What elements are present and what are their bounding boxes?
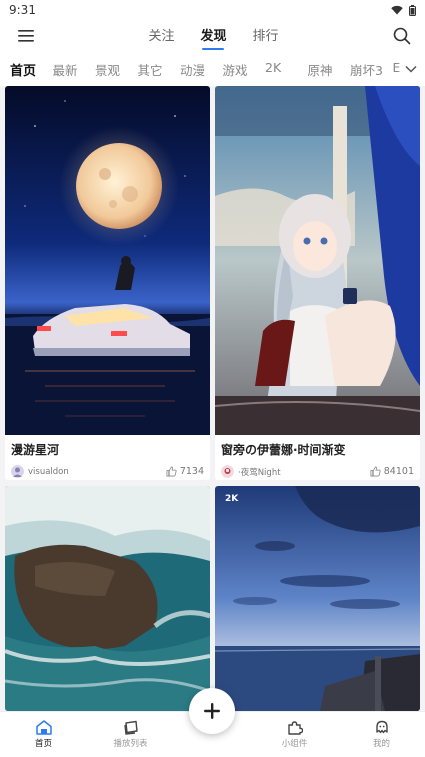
wallpaper-card[interactable]: 2K <box>215 486 420 711</box>
author-name: ·夜莺Night <box>238 467 281 478</box>
card-author[interactable]: visualdon <box>11 465 69 478</box>
category-anime[interactable]: 动漫 <box>180 60 223 79</box>
tabbar-playlist-label: 播放列表 <box>113 739 148 749</box>
avatar <box>221 465 234 478</box>
wallpaper-card[interactable]: 窗旁の伊蕾娜·时间渐变 ·夜莺Night 84101 <box>215 86 420 480</box>
like-button[interactable]: 84101 <box>370 466 414 477</box>
add-button[interactable] <box>189 688 235 734</box>
category-landscape[interactable]: 景观 <box>95 60 138 79</box>
puzzle-icon <box>287 721 303 735</box>
tabbar-home[interactable]: 首页 <box>9 720 79 749</box>
wallpaper-image[interactable] <box>5 86 210 435</box>
like-count: 7134 <box>179 466 204 477</box>
like-button[interactable]: 7134 <box>166 466 204 477</box>
category-bar: 首页 最新 景观 其它 动漫 游戏 2K 原神 崩坏3 E <box>0 52 425 86</box>
thumbs-up-icon <box>166 466 177 477</box>
wallpaper-image[interactable]: 2K <box>215 486 420 711</box>
tab-ranking[interactable]: 排行 <box>253 25 279 48</box>
wifi-icon <box>391 5 403 15</box>
tabbar-playlist[interactable]: 播放列表 <box>96 720 166 749</box>
card-author[interactable]: ·夜莺Night <box>221 465 281 478</box>
wallpaper-image[interactable] <box>5 486 210 711</box>
wallpaper-card[interactable]: 漫游星河 visualdon 7134 <box>5 86 210 480</box>
author-name: visualdon <box>28 466 69 477</box>
category-list: 首页 最新 景观 其它 动漫 游戏 2K 原神 崩坏3 E <box>10 60 415 79</box>
tabbar-widgets[interactable]: 小组件 <box>260 720 330 749</box>
battery-icon <box>409 4 416 16</box>
category-2k[interactable]: 2K <box>265 60 308 79</box>
card-title: 窗旁の伊蕾娜·时间渐变 <box>221 443 346 457</box>
category-genshin[interactable]: 原神 <box>308 60 351 79</box>
card-title: 漫游星河 <box>11 443 60 457</box>
status-time: 9:31 <box>9 3 36 17</box>
tabbar-mine[interactable]: 我的 <box>347 720 417 749</box>
tab-follow[interactable]: 关注 <box>148 25 174 48</box>
like-count: 84101 <box>383 466 414 477</box>
home-icon <box>35 720 52 735</box>
tabbar-home-label: 首页 <box>34 739 52 749</box>
profile-face-icon <box>375 720 388 734</box>
chevron-down-icon <box>405 65 417 73</box>
status-bar: 9:31 <box>0 0 425 20</box>
menu-icon[interactable] <box>18 29 34 43</box>
avatar <box>11 465 24 478</box>
search-icon[interactable] <box>393 27 411 45</box>
tabbar-mine-label: 我的 <box>372 739 390 749</box>
status-icons <box>391 4 416 16</box>
category-honkai3[interactable]: 崩坏3 <box>350 60 393 79</box>
playlist-icon <box>123 720 138 735</box>
plus-icon <box>204 703 220 719</box>
wallpaper-grid: 漫游星河 visualdon 7134 窗旁の伊蕾娜·时间渐变 ·夜莺Night… <box>0 86 425 711</box>
top-nav: 关注 发现 排行 <box>0 20 425 52</box>
wallpaper-image[interactable] <box>215 86 420 435</box>
wallpaper-card[interactable] <box>5 486 210 711</box>
category-other[interactable]: 其它 <box>138 60 181 79</box>
category-home[interactable]: 首页 <box>10 60 53 79</box>
category-games[interactable]: 游戏 <box>223 60 266 79</box>
thumbs-up-icon <box>370 466 381 477</box>
top-tabs: 关注 发现 排行 <box>148 25 278 48</box>
category-latest[interactable]: 最新 <box>53 60 96 79</box>
tab-discover[interactable]: 发现 <box>200 25 226 48</box>
tabbar-widgets-label: 小组件 <box>281 739 308 749</box>
category-expand-button[interactable] <box>397 52 425 86</box>
resolution-badge: 2K <box>225 494 239 504</box>
